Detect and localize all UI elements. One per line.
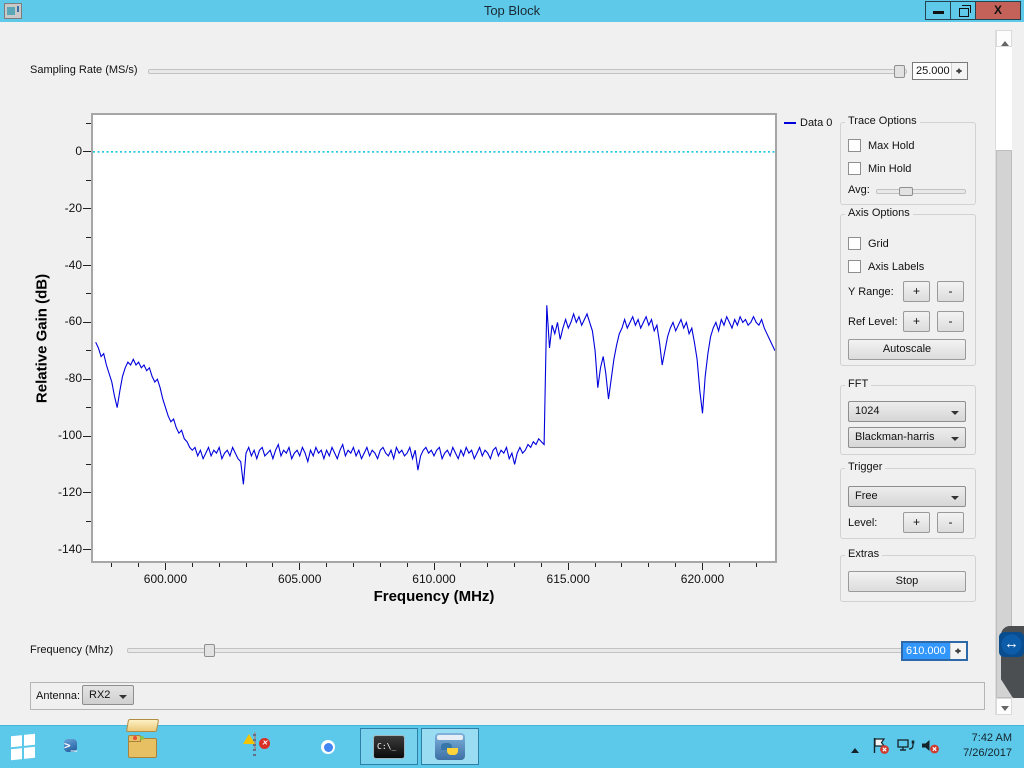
sampling-rate-spin-buttons (951, 63, 967, 79)
spectrum-plot[interactable] (91, 113, 777, 563)
close-button[interactable]: X (975, 1, 1021, 20)
teamviewer-arrows-icon[interactable]: ↔ (999, 632, 1024, 657)
tray-clock[interactable]: 7:42 AM 7/26/2017 (936, 731, 1012, 761)
start-button[interactable] (11, 735, 35, 759)
window-titlebar[interactable]: Top Block X (0, 0, 1024, 22)
stop-button[interactable]: Stop (848, 571, 966, 592)
antenna-dropdown[interactable]: RX2 (82, 685, 134, 705)
minimize-button[interactable] (925, 1, 951, 20)
screen: Top Block X Sampling Rate (MS/s) 25.000 … (0, 0, 1024, 768)
maximize-icon (959, 8, 969, 17)
minimize-icon (933, 11, 944, 14)
command-prompt-icon: C:\_ (373, 735, 405, 759)
trigger-title: Trigger (845, 461, 885, 473)
sampling-rate-label: Sampling Rate (MS/s) (30, 64, 138, 76)
avg-slider[interactable] (876, 189, 966, 194)
fft-size-dropdown[interactable]: 1024 (848, 401, 966, 422)
taskbar-notebook-app[interactable]: ✕ (254, 733, 256, 751)
taskbar-command-prompt[interactable]: C:\_ (360, 728, 418, 765)
tray-network-icon[interactable] (896, 737, 915, 760)
legend-line-swatch (784, 122, 796, 124)
min-hold-checkbox[interactable] (848, 162, 861, 175)
x-axis-title: Frequency (MHz) (91, 588, 777, 605)
avg-slider-handle[interactable] (899, 187, 913, 196)
tray-date: 7/26/2017 (936, 746, 1012, 761)
max-hold-checkbox[interactable] (848, 139, 861, 152)
maximize-button[interactable] (950, 1, 976, 20)
vertical-scrollbar[interactable] (995, 30, 1012, 715)
spin-down-icon[interactable] (951, 651, 966, 659)
y-range-plus-button[interactable]: + (903, 281, 930, 302)
powershell-icon: >_ (64, 739, 77, 752)
trace-plot-svg (93, 115, 775, 561)
min-hold-label: Min Hold (868, 163, 911, 175)
sampling-rate-slider[interactable] (148, 69, 907, 74)
window-title: Top Block (0, 0, 1024, 22)
scrollbar-up-icon[interactable] (996, 30, 1012, 47)
frequency-slider[interactable] (127, 648, 905, 653)
sampling-rate-spinbox[interactable]: 25.000 (912, 62, 968, 80)
ref-level-plus-button[interactable]: + (903, 311, 930, 332)
taskbar-powershell[interactable]: >_ (64, 734, 77, 758)
notebook-warning-icon: ✕ (254, 732, 256, 751)
taskbar-python-app-active[interactable] (421, 728, 479, 765)
y-range-minus-button[interactable]: - (937, 281, 964, 302)
autoscale-button[interactable]: Autoscale (848, 339, 966, 360)
sampling-rate-slider-handle[interactable] (894, 65, 905, 78)
legend-label: Data 0 (800, 117, 832, 129)
trigger-mode-dropdown[interactable]: Free (848, 486, 966, 507)
grid-label: Grid (868, 238, 889, 250)
fft-title: FFT (845, 378, 871, 390)
tray-flag-error-icon[interactable] (871, 737, 890, 760)
antenna-panel (30, 682, 985, 710)
y-range-label: Y Range: (848, 286, 894, 298)
axis-options-title: Axis Options (845, 207, 913, 219)
tray-show-hidden-icon[interactable] (848, 743, 862, 761)
trace-options-title: Trace Options (845, 115, 920, 127)
spin-down-icon[interactable] (952, 71, 967, 79)
frequency-spinbox[interactable]: 610.000 (901, 641, 968, 661)
avg-label: Avg: (848, 184, 870, 196)
fft-window-dropdown[interactable]: Blackman-harris (848, 427, 966, 448)
windows-logo-icon (11, 734, 35, 761)
sampling-rate-value[interactable]: 25.000 (913, 63, 951, 79)
ref-level-label: Ref Level: (848, 316, 898, 328)
scrollbar-thumb[interactable] (996, 150, 1012, 698)
frequency-label: Frequency (Mhz) (30, 644, 113, 656)
trigger-level-plus-button[interactable]: + (903, 512, 930, 533)
frequency-value[interactable]: 610.000 (903, 643, 950, 659)
trigger-level-label: Level: (848, 517, 877, 529)
ref-level-minus-button[interactable]: - (937, 311, 964, 332)
antenna-label: Antenna: (36, 690, 80, 702)
frequency-slider-handle[interactable] (204, 644, 215, 657)
axis-labels-label: Axis Labels (868, 261, 924, 273)
scrollbar-down-icon[interactable] (996, 698, 1012, 715)
tray-time: 7:42 AM (936, 731, 1012, 746)
python-app-icon (435, 733, 465, 760)
extras-title: Extras (845, 548, 882, 560)
grid-checkbox[interactable] (848, 237, 861, 250)
max-hold-label: Max Hold (868, 140, 914, 152)
trigger-level-minus-button[interactable]: - (937, 512, 964, 533)
plot-legend: Data 0 (784, 117, 832, 129)
axis-labels-checkbox[interactable] (848, 260, 861, 273)
y-axis-title: Relative Gain (dB) (34, 209, 51, 469)
frequency-spin-buttons (950, 643, 966, 659)
